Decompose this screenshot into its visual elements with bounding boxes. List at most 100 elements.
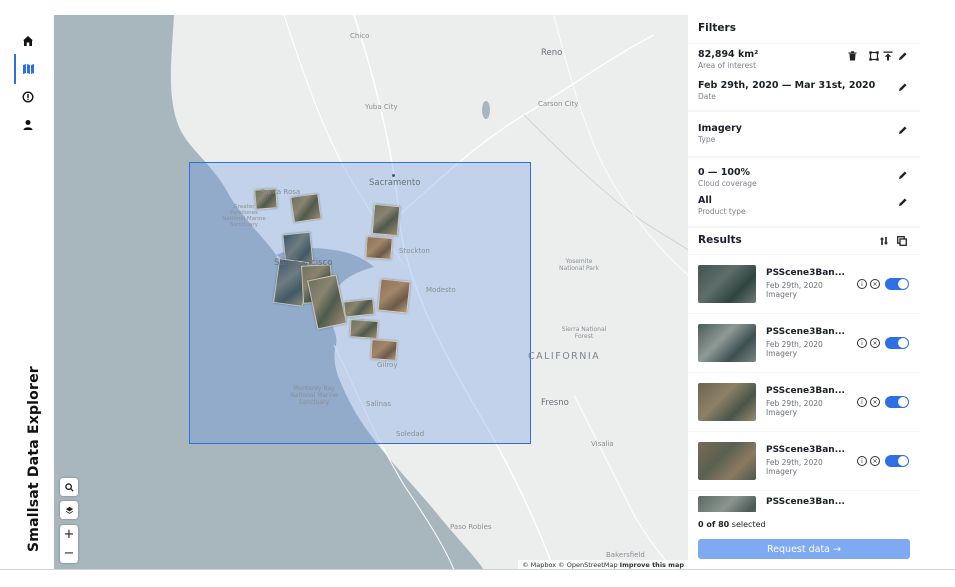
type-value: Imagery [698,123,742,134]
request-data-button[interactable]: Request data → [698,539,910,559]
result-item[interactable]: PSScene3Ban... Feb 29th, 2020 Imagery i … [688,432,920,490]
info-icon[interactable]: i [857,397,867,407]
layers-icon [65,506,73,514]
result-item[interactable]: PSScene3Ban... Feb 29th, 2020 Imagery i … [688,255,920,313]
upload-area-button[interactable] [882,50,894,62]
info-icon[interactable]: i [857,338,867,348]
close-circle-icon[interactable]: × [870,397,880,407]
cloud-label: Cloud coverage [698,179,757,188]
map-label: Carson City [538,100,579,108]
result-thumbnail [698,496,756,512]
close-circle-icon[interactable]: × [870,338,880,348]
imagery-tile [349,319,379,339]
improve-map-link[interactable]: Improve this map [620,561,684,569]
result-item[interactable]: PSScene3Ban... Feb 29th, 2020 Imagery i … [688,314,920,372]
map-layers-button[interactable] [60,501,78,519]
result-type: Imagery [766,408,798,417]
pencil-icon [899,171,907,179]
result-type: Imagery [766,290,798,299]
draw-box-button[interactable] [868,50,880,62]
result-visibility-toggle[interactable] [885,396,909,408]
pencil-icon [899,52,907,60]
result-date: Feb 29th, 2020 [766,458,823,467]
map-label: CALIFORNIA [528,351,601,362]
edit-date-button[interactable] [897,81,909,93]
map-view[interactable]: Chico Reno Yuba City Carson City Sacrame… [54,15,688,570]
result-name: PSScene3Ban... [766,268,845,278]
selected-count-suffix: selected [731,520,766,529]
info-icon[interactable]: i [857,279,867,289]
cloud-value: 0 — 100% [698,167,751,178]
map-label: Sacramento [369,178,421,188]
info-icon [22,91,34,103]
bottom-divider [0,569,955,570]
result-thumbnail [698,383,756,421]
result-visibility-toggle[interactable] [885,455,909,467]
result-name: PSScene3Ban... [766,497,845,507]
sort-results-button[interactable] [878,235,890,247]
sort-icon [880,237,888,245]
imagery-tile [365,236,393,260]
close-circle-icon[interactable]: × [870,456,880,466]
left-nav-rail: Smallsat Data Explorer [0,0,54,570]
result-name: PSScene3Ban... [766,386,845,396]
map-label: Santa Rosa [261,188,301,196]
map-label: Fresno [541,398,569,408]
area-value: 82,894 km² [698,49,759,60]
results-header: Results [688,228,920,254]
select-all-results-button[interactable] [896,235,908,247]
product-value: All [698,195,712,206]
date-value: Feb 29th, 2020 — Mar 31st, 2020 [698,80,876,91]
selected-count: 0 of 80 selected [698,520,766,529]
zoom-control: + − [60,525,78,563]
info-icon[interactable]: i [857,456,867,466]
result-actions: i × [857,337,909,349]
result-type: Imagery [766,467,798,476]
result-visibility-toggle[interactable] [885,337,909,349]
edit-product-button[interactable] [897,196,909,208]
map-search-button[interactable] [60,478,78,496]
map-label: Reno [541,48,563,58]
delete-area-button[interactable] [846,50,858,62]
map-label: Yuba City [365,103,398,111]
result-visibility-toggle[interactable] [885,278,909,290]
map-label: Gilroy [377,361,398,369]
filters-title: Filters [698,22,736,34]
edit-cloud-button[interactable] [897,169,909,181]
nav-map[interactable] [14,54,39,84]
zoom-out-button[interactable]: − [60,544,78,563]
map-icon [22,64,34,74]
selected-count-value: 0 of 80 [698,520,730,529]
pencil-icon [899,83,907,91]
imagery-tile [377,278,411,314]
close-circle-icon[interactable]: × [870,279,880,289]
trash-icon [848,51,856,61]
map-label: Sierra National Forest [561,326,607,340]
result-thumbnail [698,442,756,480]
side-panel: Filters 82,894 km² Area of interest Feb … [688,15,920,570]
result-date: Feb 29th, 2020 [766,340,823,349]
filters-header: Filters [688,15,920,43]
result-actions: i × [857,396,909,408]
result-name: PSScene3Ban... [766,445,845,455]
filter-cloud-product: 0 — 100% Cloud coverage All Product type [688,158,920,226]
result-actions: i × [857,278,909,290]
type-label: Type [698,135,716,144]
attribution-text[interactable]: © Mapbox © OpenStreetMap [522,561,618,569]
map-label: Stockton [399,247,430,255]
map-label: Greater Farallones National Marine Sanct… [222,204,266,228]
nav-user[interactable] [17,114,39,136]
map-label: Monterey Bay National Marine Sanctuary [290,385,338,406]
nav-info[interactable] [17,86,39,108]
result-item[interactable]: PSScene3Ban... Feb 29th, 2020 Imagery i … [688,373,920,431]
zoom-in-button[interactable]: + [60,525,78,544]
edit-area-button[interactable] [897,50,909,62]
edit-type-button[interactable] [897,124,909,136]
nav-home[interactable] [17,30,39,52]
imagery-tile [370,339,398,361]
result-date: Feb 29th, 2020 [766,281,823,290]
result-thumbnail [698,324,756,362]
result-item[interactable]: PSScene3Ban... [688,491,920,512]
date-label: Date [698,92,716,101]
copy-icon [897,236,907,246]
